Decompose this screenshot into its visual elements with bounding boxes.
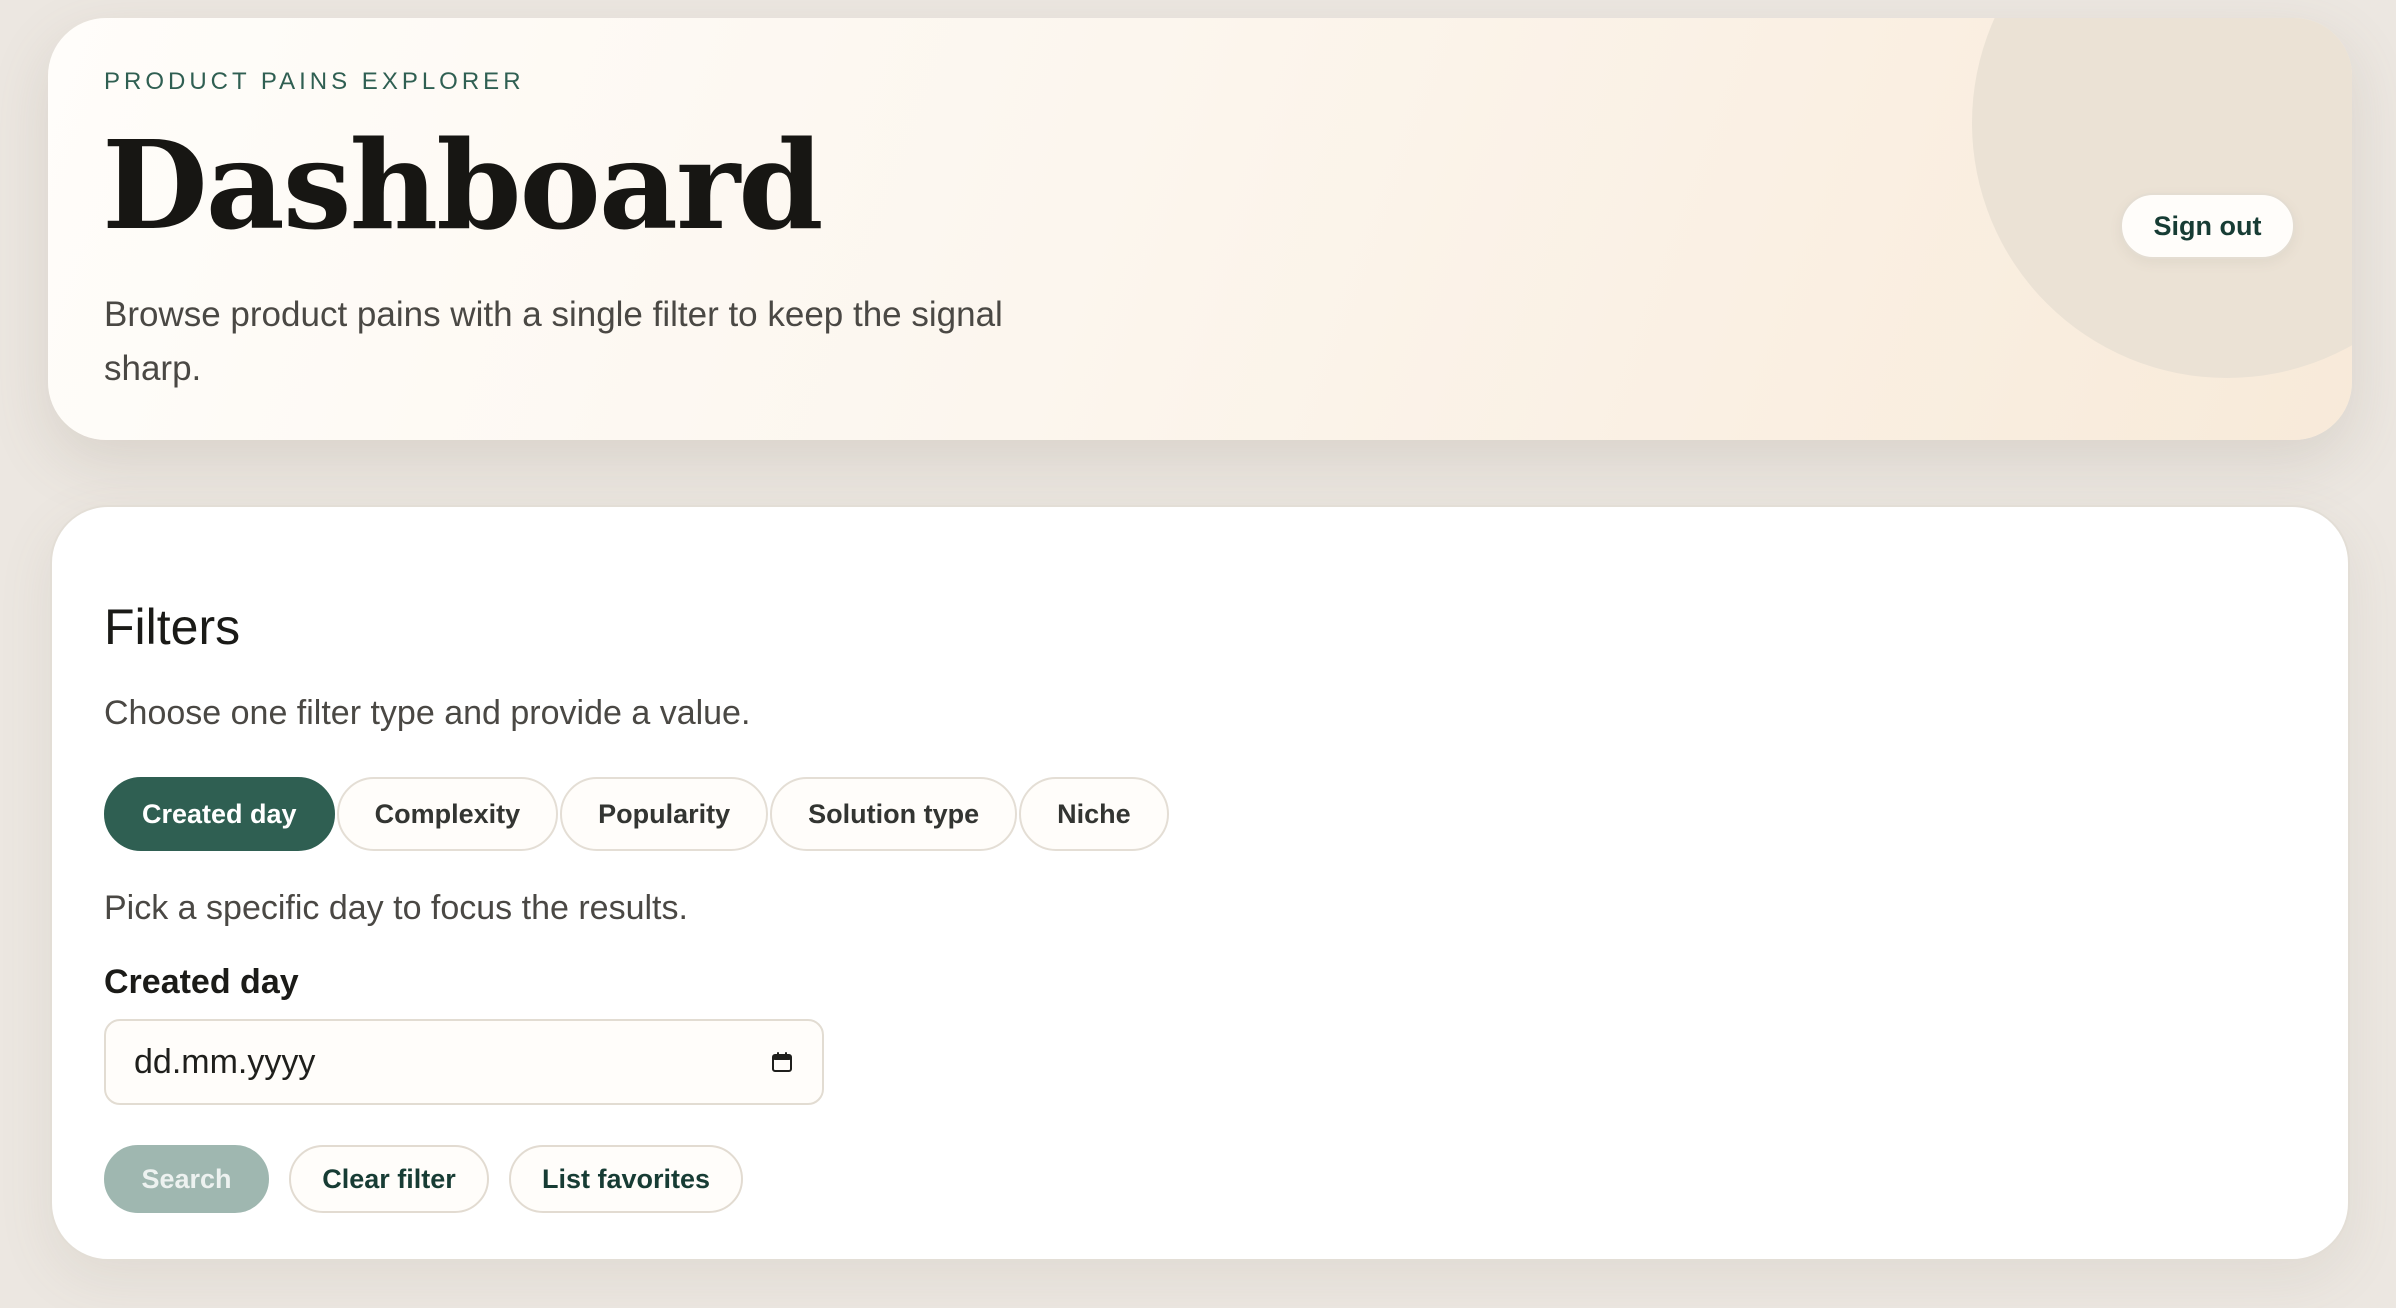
tab-complexity[interactable]: Complexity: [336, 777, 559, 851]
tab-solution-type[interactable]: Solution type: [770, 777, 1018, 851]
created-day-input[interactable]: [134, 1042, 770, 1082]
filter-type-tabs: Created day Complexity Popularity Soluti…: [104, 777, 1171, 851]
list-favorites-button[interactable]: List favorites: [509, 1145, 743, 1213]
tab-created-day[interactable]: Created day: [104, 777, 335, 851]
filter-actions: Search Clear filter List favorites: [104, 1145, 743, 1213]
tab-popularity[interactable]: Popularity: [560, 777, 769, 851]
dashboard-header: PRODUCT PAINS EXPLORER Dashboard Browse …: [48, 18, 2352, 440]
created-day-field[interactable]: [104, 1019, 824, 1105]
sign-out-button[interactable]: Sign out: [2120, 193, 2295, 259]
clear-filter-button[interactable]: Clear filter: [289, 1145, 489, 1213]
created-day-label: Created day: [104, 963, 299, 1001]
filters-card: Filters Choose one filter type and provi…: [50, 505, 2350, 1261]
app-name: PRODUCT PAINS EXPLORER: [104, 68, 525, 95]
active-filter-description: Pick a specific day to focus the results…: [104, 889, 688, 927]
search-button[interactable]: Search: [104, 1145, 269, 1213]
filters-help-text: Choose one filter type and provide a val…: [104, 694, 751, 732]
calendar-icon[interactable]: [770, 1050, 794, 1074]
page-subtitle: Browse product pains with a single filte…: [104, 295, 1003, 388]
tab-niche[interactable]: Niche: [1019, 777, 1169, 851]
filters-heading: Filters: [104, 599, 241, 655]
page-title: Dashboard: [102, 113, 824, 257]
